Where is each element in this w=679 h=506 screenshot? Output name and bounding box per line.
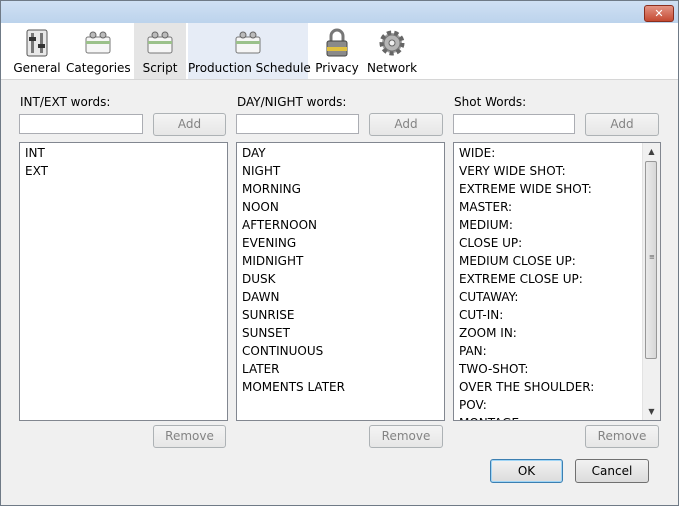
int-ext-remove-button[interactable]: Remove — [153, 425, 226, 448]
tab-categories-label: Categories — [66, 61, 131, 75]
int-ext-list[interactable]: INT EXT — [19, 142, 228, 421]
list-item[interactable]: AFTERNOON — [237, 216, 444, 234]
tab-network-label: Network — [366, 61, 418, 75]
lock-icon — [326, 28, 348, 57]
tab-network[interactable]: Network — [365, 23, 419, 79]
scroll-thumb[interactable]: ≡ — [645, 161, 657, 359]
tab-general-label: General — [13, 61, 61, 75]
tab-production-schedule-label: Production Schedule — [188, 61, 311, 75]
gear-icon — [379, 30, 405, 56]
shot-words-add-button[interactable]: Add — [585, 113, 659, 136]
list-item[interactable]: MONTAGE: — [454, 414, 660, 420]
list-item[interactable]: INT — [20, 144, 227, 162]
list-item[interactable]: MASTER: — [454, 198, 660, 216]
list-item[interactable]: EVENING — [237, 234, 444, 252]
list-item[interactable]: PAN: — [454, 342, 660, 360]
list-item[interactable]: MOMENTS LATER — [237, 378, 444, 396]
list-item[interactable]: LATER — [237, 360, 444, 378]
shot-words-remove-button[interactable]: Remove — [585, 425, 659, 448]
list-item[interactable]: CUTAWAY: — [454, 288, 660, 306]
day-night-add-button[interactable]: Add — [369, 113, 443, 136]
day-night-input[interactable] — [236, 114, 359, 134]
shot-words-input[interactable] — [453, 114, 575, 134]
close-button[interactable]: ✕ — [644, 5, 674, 22]
list-item[interactable]: SUNRISE — [237, 306, 444, 324]
list-item[interactable]: VERY WIDE SHOT: — [454, 162, 660, 180]
tab-production-schedule[interactable]: Production Schedule — [188, 23, 311, 79]
scroll-down-icon[interactable]: ▼ — [643, 403, 660, 420]
int-ext-input[interactable] — [19, 114, 143, 134]
title-bar: ✕ — [1, 1, 678, 23]
list-item[interactable]: MEDIUM: — [454, 216, 660, 234]
cancel-button[interactable]: Cancel — [575, 459, 649, 483]
switch-icon — [26, 29, 48, 57]
list-item[interactable]: EXTREME CLOSE UP: — [454, 270, 660, 288]
list-item[interactable]: MIDNIGHT — [237, 252, 444, 270]
tab-script[interactable]: Script — [134, 23, 186, 79]
shot-words-label: Shot Words: — [454, 95, 527, 109]
int-ext-add-button[interactable]: Add — [153, 113, 226, 136]
list-item[interactable]: SUNSET — [237, 324, 444, 342]
preferences-toolbar: General Categories Script Production Sch… — [1, 23, 678, 80]
list-item[interactable]: OVER THE SHOULDER: — [454, 378, 660, 396]
shot-list-scrollbar[interactable]: ▲ ≡ ▼ — [642, 143, 660, 420]
list-item[interactable]: ZOOM IN: — [454, 324, 660, 342]
grip-icon: ≡ — [649, 253, 655, 261]
preferences-window: ✕ General Categories Script Production S… — [0, 0, 679, 506]
day-night-list[interactable]: DAY NIGHT MORNING NOON AFTERNOON EVENING MIDNI… — [236, 142, 445, 421]
day-night-remove-button[interactable]: Remove — [369, 425, 443, 448]
tab-general[interactable]: General — [12, 23, 62, 79]
list-item[interactable]: NOON — [237, 198, 444, 216]
int-ext-label: INT/EXT words: — [20, 95, 111, 109]
list-item[interactable]: DUSK — [237, 270, 444, 288]
day-night-label: DAY/NIGHT words: — [237, 95, 347, 109]
list-item[interactable]: POV: — [454, 396, 660, 414]
ok-button[interactable]: OK — [490, 459, 563, 483]
list-item[interactable]: CONTINUOUS — [237, 342, 444, 360]
scroll-up-icon[interactable]: ▲ — [643, 143, 660, 160]
list-item[interactable]: NIGHT — [237, 162, 444, 180]
list-item[interactable]: MEDIUM CLOSE UP: — [454, 252, 660, 270]
list-item[interactable]: DAY — [237, 144, 444, 162]
list-item[interactable]: CUT-IN: — [454, 306, 660, 324]
list-item[interactable]: DAWN — [237, 288, 444, 306]
list-item[interactable]: CLOSE UP: — [454, 234, 660, 252]
list-item[interactable]: TWO-SHOT: — [454, 360, 660, 378]
tab-privacy[interactable]: Privacy — [312, 23, 362, 79]
tab-script-label: Script — [142, 61, 178, 75]
tab-categories[interactable]: Categories — [66, 23, 131, 79]
tab-privacy-label: Privacy — [315, 61, 359, 75]
list-item[interactable]: WIDE: — [454, 144, 660, 162]
script-icon — [147, 31, 173, 54]
schedule-icon — [235, 31, 261, 54]
tags-icon — [85, 31, 111, 54]
shot-words-list[interactable]: WIDE: VERY WIDE SHOT: EXTREME WIDE SHOT: MA… — [453, 142, 661, 421]
list-item[interactable]: MORNING — [237, 180, 444, 198]
list-item[interactable]: EXTREME WIDE SHOT: — [454, 180, 660, 198]
list-item[interactable]: EXT — [20, 162, 227, 180]
